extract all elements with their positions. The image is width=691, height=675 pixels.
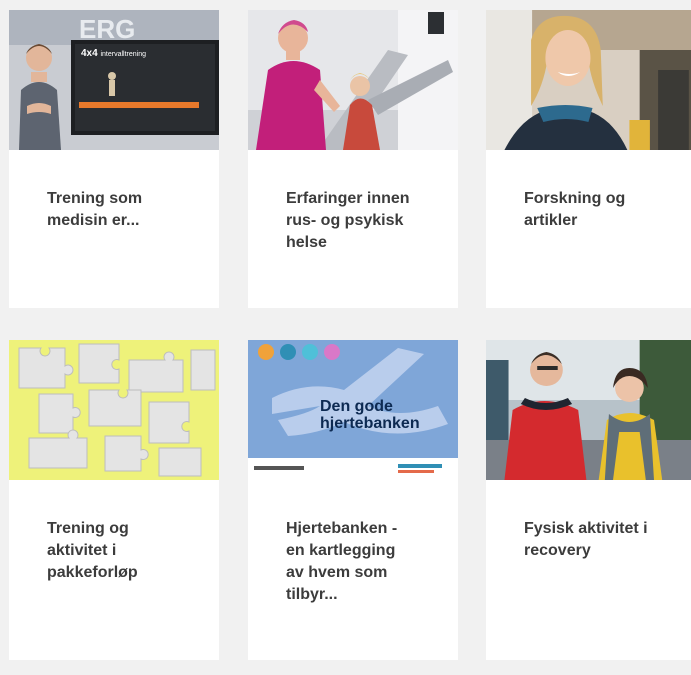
card-title: Trening som medisin er... [47, 188, 201, 232]
two-people-outdoors-photo [486, 340, 691, 480]
screen-caption: 4x4 intervalltrening [81, 48, 146, 61]
card-title-line: Fysisk aktivitet i [524, 520, 648, 537]
poster-title-line: hjertebanken [320, 415, 420, 432]
card-title-line: aktivitet i [47, 542, 117, 559]
puzzle-pieces-photo [9, 340, 219, 480]
card-trening-som-medisin[interactable]: ERG 4x4 intervalltrening Trening som med… [9, 10, 219, 308]
screen-heading: 4x4 [81, 48, 98, 59]
smiling-woman-photo [486, 10, 691, 150]
card-title-line: av hvem som [286, 564, 388, 581]
card-title: Forskning og artikler [524, 188, 673, 232]
card-title-line: Forskning og [524, 190, 626, 207]
card-title: Erfaringer innen rus- og psykisk helse [286, 188, 440, 254]
card-trening-aktivitet-pakkeforlop[interactable]: Trening og aktivitet i pakkeforløp [9, 340, 219, 660]
card-title-line: Trening som [47, 190, 143, 207]
card-title-line: en kartlegging [286, 542, 396, 559]
screen-sub: intervalltrening [100, 51, 146, 58]
card-title-line: pakkeforløp [47, 564, 138, 581]
poster-title: Den gode hjertebanken [320, 398, 420, 432]
card-title-line: Erfaringer innen [286, 190, 410, 207]
card-title: Trening og aktivitet i pakkeforløp [47, 518, 201, 584]
card-title-line: Hjertebanken - [286, 520, 398, 537]
poster-illustration: Den gode hjertebanken [248, 340, 458, 480]
card-erfaringer-rus-psykisk-helse[interactable]: Erfaringer innen rus- og psykisk helse [248, 10, 458, 308]
presenter-with-screen-photo: ERG 4x4 intervalltrening [9, 10, 219, 150]
card-title-line: rus- og psykisk [286, 212, 404, 229]
card-fysisk-aktivitet-recovery[interactable]: Fysisk aktivitet i recovery [486, 340, 691, 660]
card-title: Hjertebanken - en kartlegging av hvem so… [286, 518, 440, 606]
card-title-line: artikler [524, 212, 578, 229]
card-title-line: medisin er... [47, 212, 140, 229]
card-grid: ERG 4x4 intervalltrening Trening som med… [0, 0, 691, 675]
card-forskning-og-artikler[interactable]: Forskning og artikler [486, 10, 691, 308]
poster-title-line: Den gode [320, 398, 393, 415]
card-title: Fysisk aktivitet i recovery [524, 518, 673, 562]
card-title-line: recovery [524, 542, 591, 559]
card-title-line: helse [286, 234, 327, 251]
card-title-line: Trening og [47, 520, 129, 537]
gym-treadmill-photo [248, 10, 458, 150]
card-title-line: tilbyr... [286, 586, 338, 603]
svg-text:ERG: ERG [79, 14, 135, 44]
card-hjertebanken-kartlegging[interactable]: Den gode hjertebanken Hjertebanken - en … [248, 340, 458, 660]
